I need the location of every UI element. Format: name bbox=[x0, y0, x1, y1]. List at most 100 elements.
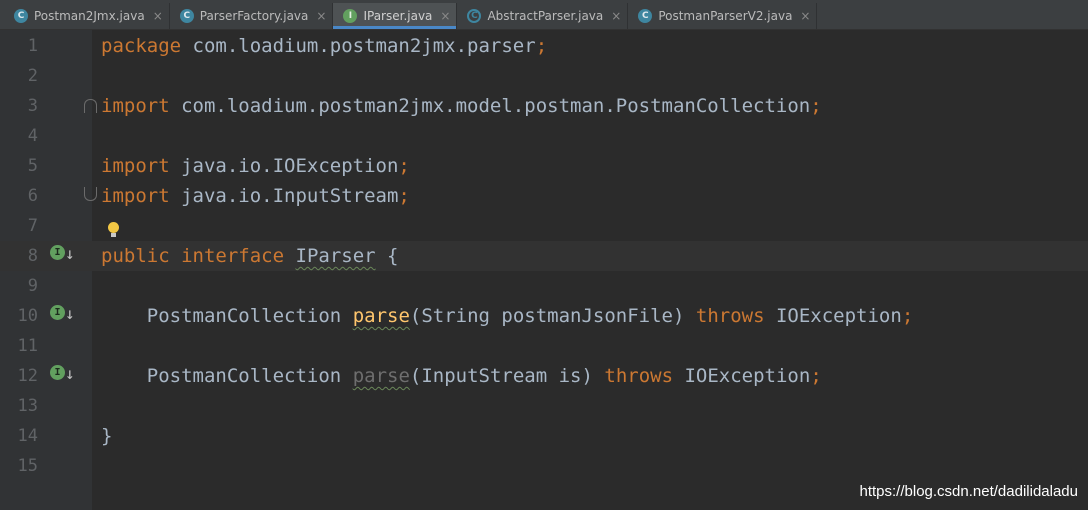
code-line[interactable]: 6 import java.io.InputStream; bbox=[0, 181, 1088, 211]
code-text: public interface IParser { bbox=[101, 241, 398, 271]
semicolon: ; bbox=[535, 35, 548, 57]
method-name: parse bbox=[352, 305, 410, 327]
parameters: (InputStream is) bbox=[409, 365, 593, 387]
fold-marker-icon[interactable] bbox=[84, 187, 97, 201]
line-number: 13 bbox=[17, 396, 38, 416]
keyword: import bbox=[101, 95, 170, 117]
code-text: PostmanCollection parse(InputStream is) … bbox=[101, 361, 822, 391]
code-text: PostmanCollection parse(String postmanJs… bbox=[101, 301, 914, 331]
close-icon[interactable]: × bbox=[611, 9, 621, 23]
keyword: throws bbox=[695, 305, 765, 327]
tab-label: AbstractParser.java bbox=[487, 9, 604, 23]
implemented-icon[interactable]: I ↓ bbox=[50, 243, 76, 267]
arrow-down-icon: ↓ bbox=[65, 304, 75, 323]
code-editor[interactable]: 1 package com.loadium.postman2jmx.parser… bbox=[0, 30, 1088, 510]
implemented-icon[interactable]: I ↓ bbox=[50, 303, 76, 327]
line-number: 7 bbox=[27, 216, 38, 236]
import-path: java.io.IOException bbox=[169, 155, 399, 177]
close-icon[interactable]: × bbox=[800, 9, 810, 23]
close-icon[interactable]: × bbox=[440, 9, 450, 23]
arrow-down-icon: ↓ bbox=[65, 244, 75, 263]
close-icon[interactable]: × bbox=[316, 9, 326, 23]
exception-type: IOException bbox=[684, 365, 811, 387]
code-line[interactable]: 3 import com.loadium.postman2jmx.model.p… bbox=[0, 91, 1088, 121]
code-line[interactable]: 4 bbox=[0, 121, 1088, 151]
brace: } bbox=[101, 425, 113, 447]
keyword: public bbox=[101, 245, 170, 267]
line-number: 12 bbox=[17, 366, 38, 386]
code-line[interactable]: 15 bbox=[0, 451, 1088, 481]
class-file-icon: C bbox=[14, 9, 28, 23]
code-line[interactable]: 2 bbox=[0, 61, 1088, 91]
code-text: package com.loadium.postman2jmx.parser; bbox=[101, 31, 547, 61]
code-line[interactable]: 12 I ↓ PostmanCollection parse(InputStre… bbox=[0, 361, 1088, 391]
line-number: 9 bbox=[27, 276, 38, 296]
tab-label: PostmanParserV2.java bbox=[658, 9, 793, 23]
class-file-icon: C bbox=[179, 9, 194, 23]
bulb-base bbox=[111, 233, 116, 237]
keyword: package bbox=[101, 35, 182, 57]
arrow-down-icon: ↓ bbox=[65, 364, 75, 383]
editor-tab-bar: C Postman2Jmx.java × C ParserFactory.jav… bbox=[0, 0, 1088, 30]
abstract-class-file-icon: C bbox=[467, 9, 482, 23]
exception-type: IOException bbox=[775, 305, 902, 327]
code-line-current[interactable]: 8 I ↓ public interface IParser { bbox=[0, 241, 1088, 271]
line-number: 1 bbox=[27, 36, 38, 56]
keyword: interface bbox=[181, 245, 285, 267]
close-icon[interactable]: × bbox=[153, 9, 163, 23]
implemented-icon[interactable]: I ↓ bbox=[50, 363, 76, 387]
interface-badge-icon: I bbox=[50, 365, 65, 380]
return-type: PostmanCollection bbox=[146, 365, 342, 387]
line-number: 15 bbox=[17, 456, 38, 476]
tab-postman2jmx[interactable]: C Postman2Jmx.java × bbox=[4, 3, 170, 29]
keyword: import bbox=[101, 185, 170, 207]
tab-postmanparserv2[interactable]: C PostmanParserV2.java × bbox=[628, 3, 818, 29]
parameters: (String postmanJsonFile) bbox=[409, 305, 685, 327]
tab-label: Postman2Jmx.java bbox=[34, 9, 145, 23]
semicolon: ; bbox=[398, 155, 410, 177]
line-number: 5 bbox=[27, 156, 38, 176]
line-number: 8 bbox=[27, 246, 38, 266]
lightbulb-icon[interactable] bbox=[108, 222, 120, 238]
semicolon: ; bbox=[901, 305, 914, 327]
semicolon: ; bbox=[398, 185, 410, 207]
code-line[interactable]: 1 package com.loadium.postman2jmx.parser… bbox=[0, 31, 1088, 61]
keyword: throws bbox=[604, 365, 674, 387]
tab-abstractparser[interactable]: C AbstractParser.java × bbox=[457, 3, 629, 29]
semicolon: ; bbox=[810, 95, 822, 117]
line-number: 6 bbox=[27, 186, 38, 206]
import-path: com.loadium.postman2jmx.model.postman.Po… bbox=[169, 95, 811, 117]
tab-label: ParserFactory.java bbox=[199, 9, 309, 23]
code-line[interactable]: 10 I ↓ PostmanCollection parse(String po… bbox=[0, 301, 1088, 331]
code-text: import com.loadium.postman2jmx.model.pos… bbox=[101, 91, 822, 121]
fold-marker-icon[interactable] bbox=[84, 99, 97, 113]
code-line[interactable]: 11 bbox=[0, 331, 1088, 361]
interface-badge-icon: I bbox=[50, 305, 65, 320]
brace: { bbox=[387, 245, 399, 267]
code-line[interactable]: 14 } bbox=[0, 421, 1088, 451]
line-number: 11 bbox=[17, 336, 38, 356]
code-line[interactable]: 9 bbox=[0, 271, 1088, 301]
line-number: 3 bbox=[27, 96, 38, 116]
tab-iparser[interactable]: I IParser.java × bbox=[333, 3, 458, 29]
interface-badge-icon: I bbox=[50, 245, 65, 260]
code-line[interactable]: 13 bbox=[0, 391, 1088, 421]
keyword: import bbox=[101, 155, 170, 177]
tab-parserfactory[interactable]: C ParserFactory.java × bbox=[170, 3, 334, 29]
bulb-glass bbox=[108, 222, 119, 233]
interface-file-icon: I bbox=[343, 9, 358, 23]
code-line[interactable]: 5 import java.io.IOException; bbox=[0, 151, 1088, 181]
code-line[interactable]: 7 bbox=[0, 211, 1088, 241]
code-text: } bbox=[101, 421, 112, 451]
line-number: 2 bbox=[27, 66, 38, 86]
class-file-icon: C bbox=[638, 9, 653, 23]
import-path: java.io.InputStream bbox=[169, 185, 399, 207]
package-name: com.loadium.postman2jmx.parser bbox=[181, 35, 536, 57]
interface-name: IParser bbox=[295, 245, 376, 267]
tab-label: IParser.java bbox=[363, 9, 433, 23]
semicolon: ; bbox=[810, 365, 822, 387]
line-number: 14 bbox=[17, 426, 38, 446]
line-number: 10 bbox=[17, 306, 38, 326]
watermark: https://blog.csdn.net/dadilidaladu bbox=[859, 483, 1079, 500]
method-name: parse bbox=[352, 365, 410, 387]
